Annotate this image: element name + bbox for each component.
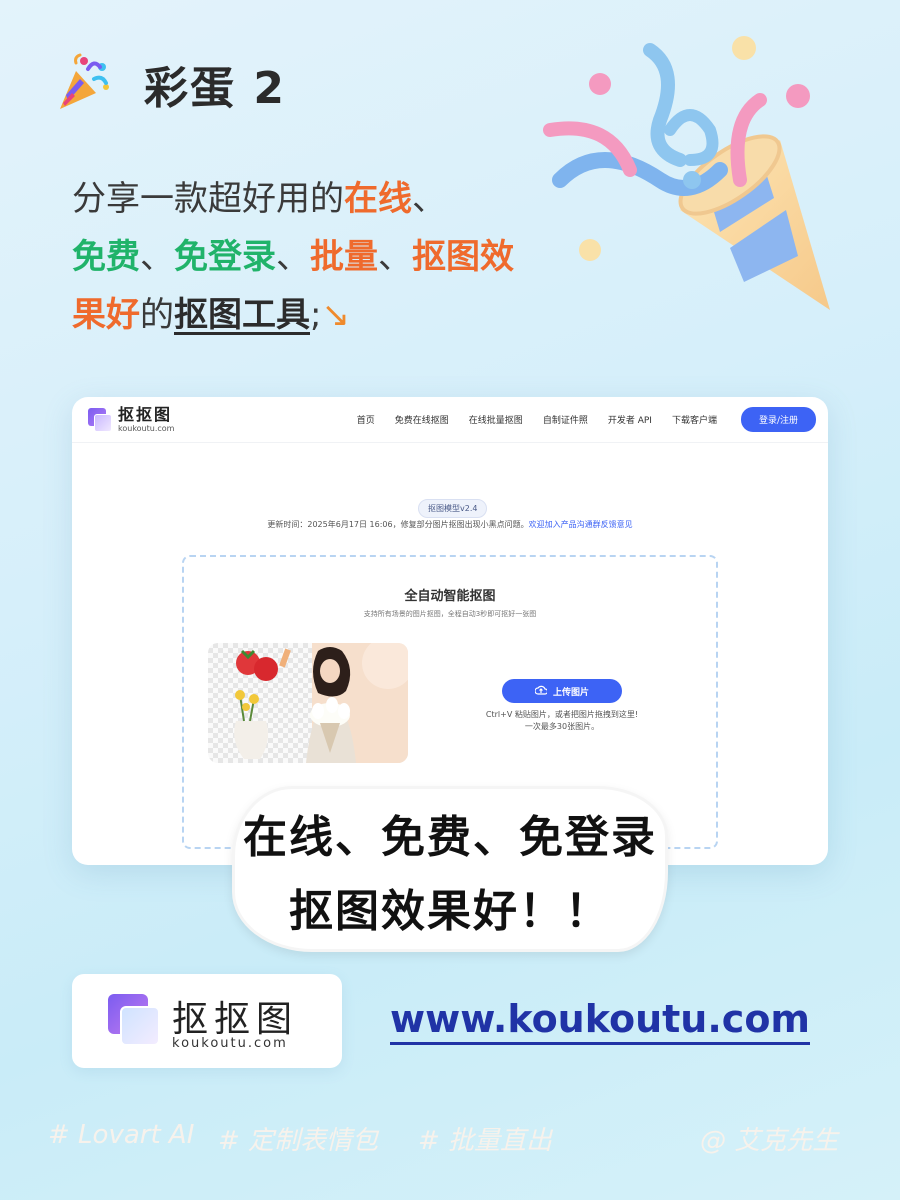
website-url-link[interactable]: www.koukoutu.com bbox=[390, 996, 811, 1045]
intro-text: 分享一款超好用的 bbox=[72, 179, 344, 219]
intro-text: 的 bbox=[140, 295, 174, 335]
site-navbar: 抠抠图 koukoutu.com 首页 免费在线抠图 在线批量抠图 自制证件照 … bbox=[72, 397, 828, 443]
brand-logo-name: 抠抠图 bbox=[172, 999, 299, 1040]
page-title: 彩蛋 2 bbox=[144, 63, 286, 114]
party-popper-illustration bbox=[530, 20, 890, 340]
highlight-free: 免费 bbox=[72, 237, 140, 277]
intro-sep: 、 bbox=[140, 237, 174, 277]
highlight-no-login: 免登录 bbox=[174, 237, 276, 277]
upload-hint: Ctrl+V 粘贴图片，或者把图片拖拽到这里! 一次最多30张图片。 bbox=[454, 709, 670, 733]
tag-lovart-ai: # Lovart AI bbox=[48, 1120, 195, 1150]
model-version-badge: 抠图模型v2.4 bbox=[418, 499, 488, 518]
sample-preview-image bbox=[208, 643, 408, 763]
upload-hint-paste: Ctrl+V 粘贴图片，或者把图片拖拽到这里! bbox=[485, 710, 639, 719]
nav-item-download-client[interactable]: 下载客户端 bbox=[672, 413, 717, 426]
update-notice: 更新时间：2025年6月17日 16:06，修复部分图片抠图出现小黑点问题。欢迎… bbox=[72, 519, 828, 530]
nav-item-batch-cutout[interactable]: 在线批量抠图 bbox=[469, 413, 523, 426]
brand-logo-card: 抠抠图 koukoutu.com bbox=[72, 974, 342, 1068]
brand-logo-icon bbox=[108, 994, 162, 1048]
feedback-group-link[interactable]: 欢迎加入产品沟通群反馈意见 bbox=[529, 520, 633, 529]
site-logo-name: 抠抠图 bbox=[118, 404, 173, 424]
arrow-down-right-icon: ↘ bbox=[321, 295, 350, 335]
dropzone-subtitle: 支持所有场景的图片抠图，全程自动3秒即可抠好一张图 bbox=[363, 610, 537, 618]
intro-text: ; bbox=[310, 295, 322, 335]
nav-links: 首页 免费在线抠图 在线批量抠图 自制证件照 开发者 API 下载客户端 登录/… bbox=[357, 407, 816, 432]
highlight-tool: 抠图工具 bbox=[174, 295, 310, 335]
nav-item-id-photo[interactable]: 自制证件照 bbox=[543, 413, 588, 426]
cloud-upload-icon bbox=[534, 685, 549, 698]
intro-sep: 、 bbox=[378, 237, 412, 277]
tag-custom-stickers: # 定制表情包 bbox=[218, 1126, 379, 1156]
party-popper-icon bbox=[54, 53, 112, 115]
logo-mark-icon bbox=[88, 407, 112, 432]
site-logo-domain: koukoutu.com bbox=[118, 423, 175, 433]
upload-hint-limit: 一次最多30张图片。 bbox=[524, 722, 600, 731]
sticker-line-2: 抠图效果好！！ bbox=[289, 886, 611, 937]
sticker-line-1: 在线、免费、免登录 bbox=[243, 812, 657, 863]
highlight-online: 在线 bbox=[344, 179, 412, 219]
dropzone-title: 全自动智能抠图 bbox=[404, 589, 496, 604]
site-logo[interactable]: 抠抠图 koukoutu.com bbox=[88, 404, 175, 433]
upload-button-label: 上传图片 bbox=[552, 687, 589, 698]
intro-paragraph: 分享一款超好用的在线、 免费、免登录、批量、抠图效果好的抠图工具;↘ bbox=[72, 170, 532, 344]
nav-item-developer-api[interactable]: 开发者 API bbox=[608, 413, 652, 426]
nav-item-free-cutout[interactable]: 免费在线抠图 bbox=[395, 413, 449, 426]
highlight-batch: 批量 bbox=[310, 237, 378, 277]
brand-logo-domain: koukoutu.com bbox=[172, 1036, 288, 1051]
tag-batch-output: # 批量直出 bbox=[418, 1126, 553, 1156]
highlight-sticker: 在线、免费、免登录 抠图效果好！！ bbox=[232, 786, 668, 952]
update-notice-text: 更新时间：2025年6月17日 16:06，修复部分图片抠图出现小黑点问题。 bbox=[267, 520, 529, 529]
intro-sep: 、 bbox=[276, 237, 310, 277]
intro-sep: 、 bbox=[412, 179, 446, 219]
nav-item-home[interactable]: 首页 bbox=[357, 413, 375, 426]
author-credit: @ 艾克先生 bbox=[700, 1126, 839, 1156]
title-row: 彩蛋 2 bbox=[54, 52, 286, 116]
login-register-button[interactable]: 登录/注册 bbox=[740, 407, 816, 432]
upload-image-button[interactable]: 上传图片 bbox=[502, 679, 622, 703]
